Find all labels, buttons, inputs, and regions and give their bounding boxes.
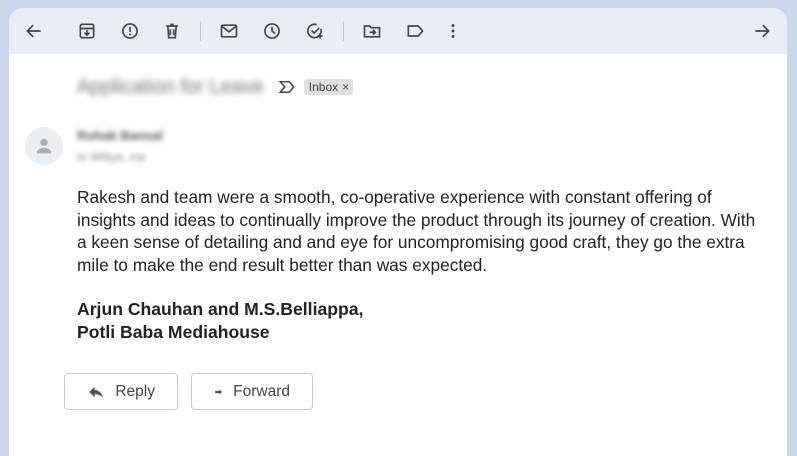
forward-icon xyxy=(215,388,222,395)
delete-icon[interactable] xyxy=(156,15,188,47)
reply-button[interactable]: Reply xyxy=(64,373,178,410)
more-icon[interactable] xyxy=(437,15,469,47)
back-arrow-icon[interactable] xyxy=(18,15,50,47)
report-spam-icon[interactable] xyxy=(114,15,146,47)
add-task-icon[interactable] xyxy=(299,15,331,47)
inbox-label-chip: Inbox × xyxy=(303,79,354,95)
forward-button[interactable]: Forward xyxy=(191,373,313,410)
signature-company: Potli Baba Mediahouse xyxy=(77,322,270,342)
archive-icon[interactable] xyxy=(71,15,103,47)
move-to-icon[interactable] xyxy=(356,15,388,47)
toolbar-divider xyxy=(343,21,344,41)
email-window: Application for Leave Inbox × Rohak Bans… xyxy=(9,8,787,456)
reply-label: Reply xyxy=(115,382,155,400)
toolbar xyxy=(9,8,787,54)
reply-icon xyxy=(89,386,104,398)
email-body-text: Rakesh and team were a smooth, co-operat… xyxy=(77,187,756,275)
forward-label: Forward xyxy=(233,382,290,400)
email-subject: Application for Leave xyxy=(77,75,264,98)
label-chip-text: Inbox xyxy=(308,80,339,94)
avatar[interactable] xyxy=(25,127,63,165)
email-body: Rakesh and team were a smooth, co-operat… xyxy=(77,186,767,344)
subject-row: Application for Leave Inbox × xyxy=(77,75,354,98)
signature: Arjun Chauhan and M.S.Belliappa, Potli B… xyxy=(77,298,767,344)
person-icon xyxy=(36,138,52,154)
sender-name[interactable]: Rohak Bansal xyxy=(77,128,163,143)
signature-names: Arjun Chauhan and M.S.Belliappa, xyxy=(77,299,364,319)
toolbar-divider xyxy=(200,21,201,41)
remove-label-icon[interactable]: × xyxy=(342,80,349,94)
mark-unread-icon[interactable] xyxy=(213,15,245,47)
labels-icon[interactable] xyxy=(399,15,431,47)
snooze-icon[interactable] xyxy=(256,15,288,47)
recipient-details[interactable]: to Witiya, me xyxy=(77,150,146,164)
importance-marker-icon[interactable] xyxy=(278,78,296,96)
forward-arrow-icon[interactable] xyxy=(746,15,778,47)
